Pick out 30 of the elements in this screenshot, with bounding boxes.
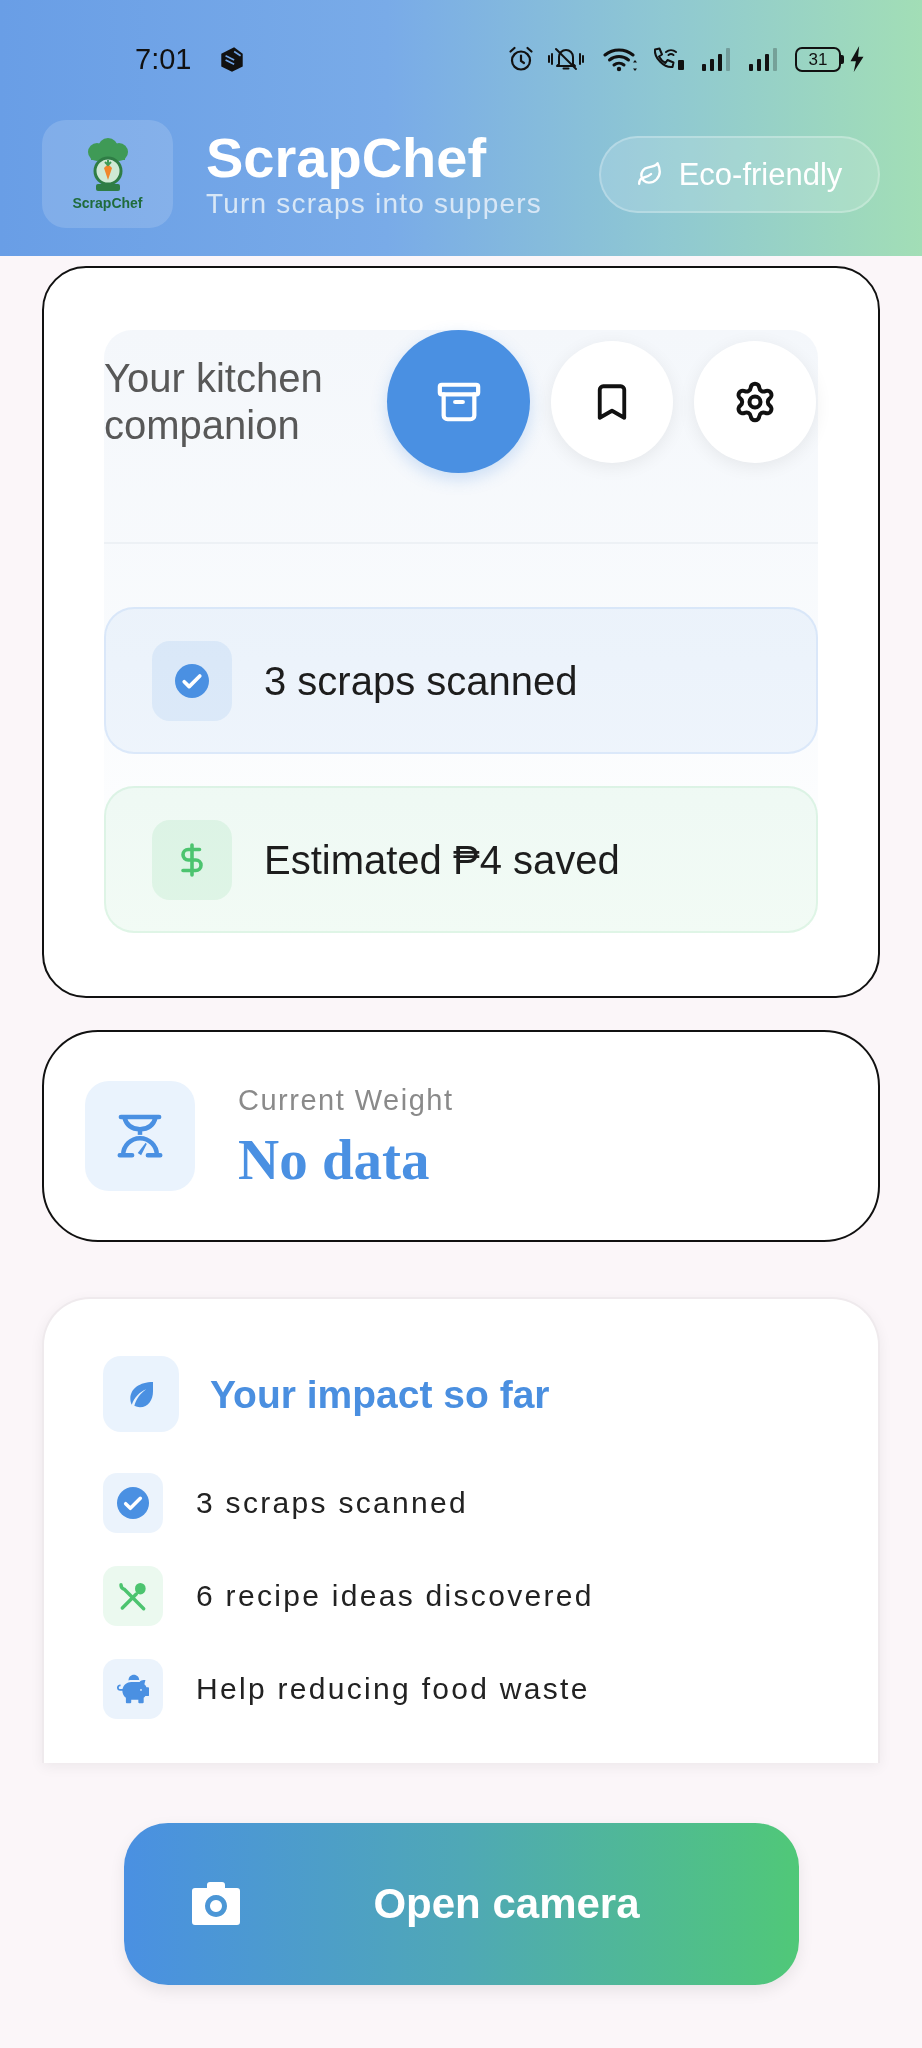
camera-icon — [190, 1881, 241, 1927]
weight-label: Current Weight — [238, 1083, 454, 1117]
piggy-bank-icon — [103, 1659, 163, 1719]
open-camera-button[interactable]: Open camera — [123, 1823, 799, 1985]
leaf-icon — [636, 161, 663, 187]
weight-value: No data — [238, 1131, 431, 1189]
wifi-call-icon — [651, 46, 687, 72]
signal-icon — [701, 46, 733, 72]
stat-text: Estimated ₱4 saved — [264, 839, 620, 880]
status-time: 7:01 — [135, 44, 192, 74]
impact-text: Help reducing food waste — [196, 1674, 590, 1704]
charging-bolt-icon — [849, 46, 865, 72]
impact-title: Your impact so far — [210, 1374, 550, 1414]
impact-text: 3 scraps scanned — [196, 1488, 468, 1518]
battery-indicator: 31 — [795, 46, 844, 72]
signal-icon — [748, 46, 780, 72]
kitchen-heading: Your kitchen companion — [104, 354, 324, 449]
stat-text: 3 scraps scanned — [264, 660, 578, 701]
app-title: ScrapChef — [206, 128, 488, 188]
dollar-icon — [152, 819, 232, 900]
scale-icon — [85, 1081, 195, 1191]
leaf-icon — [103, 1356, 179, 1432]
impact-text: 6 recipe ideas discovered — [196, 1581, 594, 1611]
muted-bell-icon — [547, 46, 585, 72]
fork-spoon-icon — [103, 1566, 163, 1626]
logo-caption: ScrapChef — [72, 196, 143, 210]
alarm-clock-icon — [508, 46, 534, 72]
wifi-icon — [603, 46, 639, 72]
app-subtitle: Turn scraps into suppers — [206, 188, 542, 220]
eco-label: Eco-friendly — [678, 158, 843, 190]
